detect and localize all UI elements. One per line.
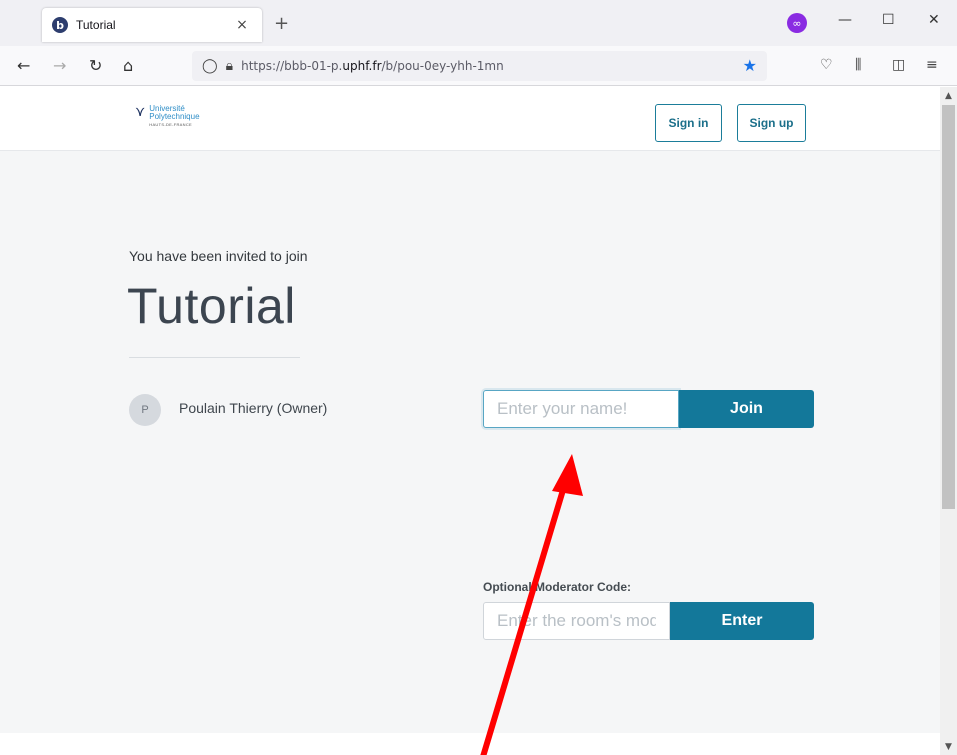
name-input[interactable] (483, 390, 679, 428)
bigbluebutton-favicon-icon: b (52, 17, 68, 33)
reload-icon[interactable]: ↻ (89, 56, 102, 75)
library-icon[interactable]: ⫼ (855, 57, 861, 73)
owner-name: Poulain Thierry (Owner) (179, 400, 328, 416)
logo-mark-icon: ⋎ (135, 104, 146, 120)
url-text: https://bbb-01-p.uphf.fr/b/pou-0ey-yhh-1… (241, 59, 504, 73)
minimize-icon[interactable]: — (838, 12, 852, 28)
hamburger-menu-icon[interactable]: ≡ (926, 57, 938, 73)
scroll-thumb[interactable] (942, 105, 955, 509)
browser-tab-bar: b Tutorial × + ∞ — ☐ ✕ (0, 0, 957, 46)
owner-avatar: P (129, 394, 161, 426)
home-icon[interactable]: ⌂ (123, 56, 133, 75)
lock-icon[interactable]: 🔒︎ (226, 58, 233, 74)
private-mask-icon[interactable]: ∞ (787, 13, 807, 33)
close-tab-icon[interactable]: × (232, 17, 252, 33)
site-header: ⋎ Université Polytechnique HAUTS-DE-FRAN… (0, 87, 940, 151)
logo-text: Université Polytechnique HAUTS-DE-FRANCE (149, 104, 200, 127)
sidebar-icon[interactable]: ◫ (892, 57, 905, 73)
bookmark-star-icon[interactable]: ★ (743, 56, 757, 75)
room-title: Tutorial (127, 278, 296, 334)
join-button[interactable]: Join (679, 390, 814, 428)
page-content: ⋎ Université Polytechnique HAUTS-DE-FRAN… (0, 87, 940, 755)
invite-text: You have been invited to join (129, 248, 308, 264)
back-arrow-icon[interactable]: ← (17, 56, 30, 75)
close-window-icon[interactable]: ✕ (928, 12, 940, 28)
enter-button[interactable]: Enter (670, 602, 814, 640)
sign-up-button[interactable]: Sign up (737, 104, 806, 142)
new-tab-icon[interactable]: + (274, 13, 289, 34)
scroll-down-arrow-icon[interactable]: ▼ (940, 738, 957, 755)
moderator-code-input[interactable] (483, 602, 670, 640)
address-bar[interactable]: ◯ 🔒︎ https://bbb-01-p.uphf.fr/b/pou-0ey-… (192, 51, 767, 81)
pocket-icon[interactable]: ♡ (820, 57, 833, 73)
moderator-code-label: Optional Moderator Code: (483, 580, 631, 594)
maximize-icon[interactable]: ☐ (882, 12, 895, 28)
page-scrollbar[interactable]: ▲ ▼ (940, 87, 957, 755)
browser-nav-bar: ← → ↻ ⌂ ◯ 🔒︎ https://bbb-01-p.uphf.fr/b/… (0, 46, 957, 86)
university-logo[interactable]: ⋎ Université Polytechnique HAUTS-DE-FRAN… (135, 105, 200, 127)
tab-title: Tutorial (76, 18, 116, 32)
scroll-up-arrow-icon[interactable]: ▲ (940, 87, 957, 104)
footer-strip (0, 733, 940, 755)
title-divider (129, 357, 300, 358)
tracking-shield-icon[interactable]: ◯ (202, 58, 218, 74)
browser-tab[interactable]: b Tutorial × (42, 8, 262, 42)
sign-in-button[interactable]: Sign in (655, 104, 722, 142)
forward-arrow-icon[interactable]: → (53, 56, 66, 75)
